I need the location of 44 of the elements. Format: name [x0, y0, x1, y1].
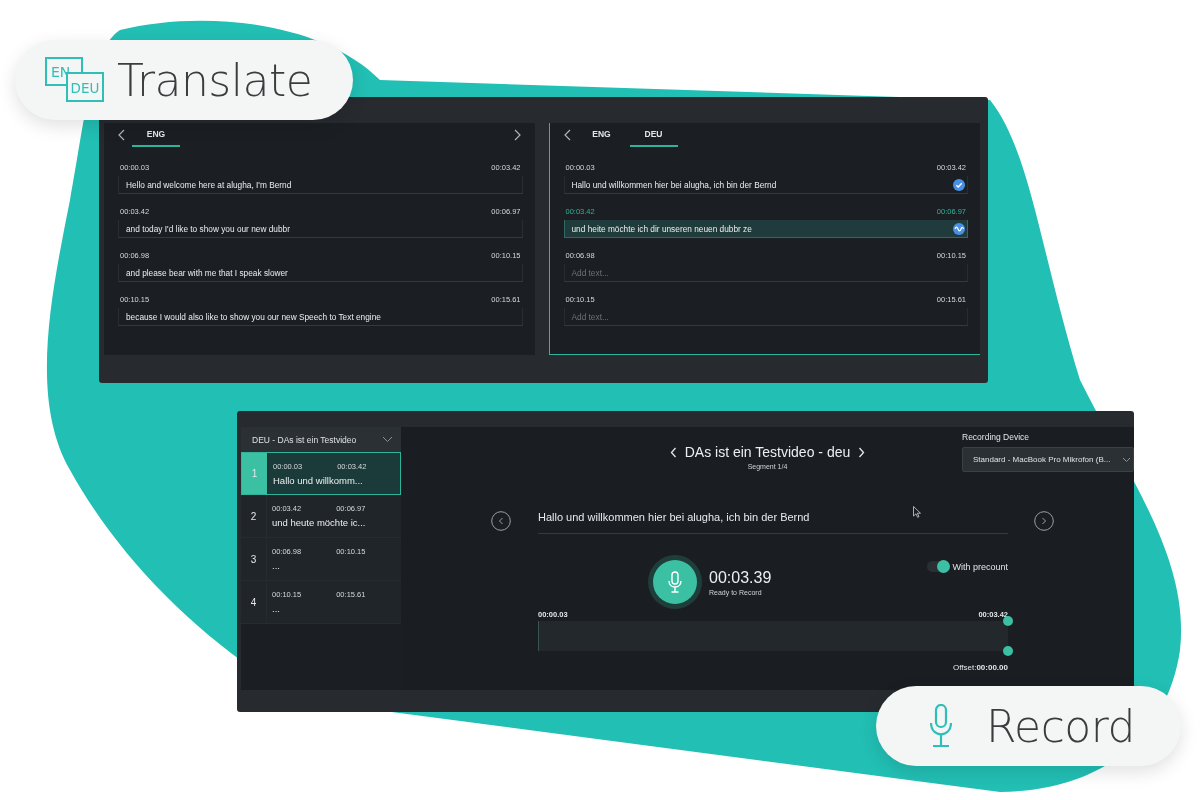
feature-label: Translate — [117, 54, 313, 106]
segment-number: 3 — [241, 538, 267, 580]
segment-number: 4 — [241, 581, 267, 623]
next-button-icon[interactable] — [1034, 510, 1054, 531]
language-tab[interactable]: ENG — [132, 123, 180, 147]
check-icon — [953, 178, 965, 191]
segment-text-field[interactable]: Add text... — [563, 264, 968, 282]
device-dropdown[interactable]: Standard - MacBook Pro Mikrofon (B... — [962, 447, 1134, 472]
device-label: Recording Device — [962, 432, 1031, 442]
precount-label: With precount — [952, 561, 1008, 572]
microphone-icon — [930, 704, 952, 748]
precount-toggle[interactable] — [927, 561, 950, 572]
video-title: DAs ist ein Testvideo - deu — [684, 444, 851, 460]
chevron-down-icon — [1122, 456, 1131, 463]
segment-text: und heute möchte ic... — [272, 517, 366, 528]
chevron-right-icon[interactable] — [512, 129, 521, 141]
language-tab[interactable]: DEU — [629, 123, 678, 147]
language-tab[interactable]: ENG — [577, 123, 626, 147]
segment-number: 1 — [242, 453, 268, 494]
previous-button-icon[interactable] — [491, 510, 511, 531]
segment-text-field[interactable]: and please bear with me that I speak slower — [118, 264, 523, 282]
trim-handle[interactable] — [1003, 646, 1013, 656]
track-dropdown[interactable]: DEU - DAs ist ein Testvideo — [241, 427, 401, 452]
segment-text-field[interactable]: and today I'd like to show you our new dubbr — [118, 220, 523, 238]
segment-text-field[interactable]: Hallo und willkommen hier bei alugha, ich bin der Bernd — [563, 176, 968, 194]
segment-text: ... — [272, 603, 281, 614]
chevron-left-icon[interactable] — [118, 129, 126, 141]
chevron-down-icon — [382, 436, 393, 443]
mouse-cursor-icon — [913, 506, 921, 518]
segment-text-field[interactable]: Add text... — [563, 308, 968, 326]
chevron-left-icon[interactable] — [563, 129, 572, 141]
feature-label: Record — [986, 700, 1136, 752]
segment-text: Hallo und willkommen hier bei alugha, ich bin der Bernd — [538, 511, 810, 523]
microphone-icon — [668, 571, 682, 593]
segment-text-field[interactable]: Hello and welcome here at alugha, I'm Bernd — [118, 176, 523, 194]
trim-handle[interactable] — [1003, 616, 1013, 626]
segment-text: Hallo und willkomm... — [273, 475, 364, 486]
waveform-icon — [953, 222, 965, 235]
segment-text: ... — [272, 560, 281, 571]
recording-time: 00:03.39 — [709, 568, 772, 587]
segment-number: 2 — [241, 495, 267, 537]
offset-value: Offset:00:00.00 — [953, 663, 1008, 672]
segment-text-field[interactable]: because I would also like to show you our new Speech to Text engine — [118, 308, 523, 326]
segment-text-field[interactable]: und heite möchte ich dir unseren neuen dubbr ze — [563, 220, 968, 238]
